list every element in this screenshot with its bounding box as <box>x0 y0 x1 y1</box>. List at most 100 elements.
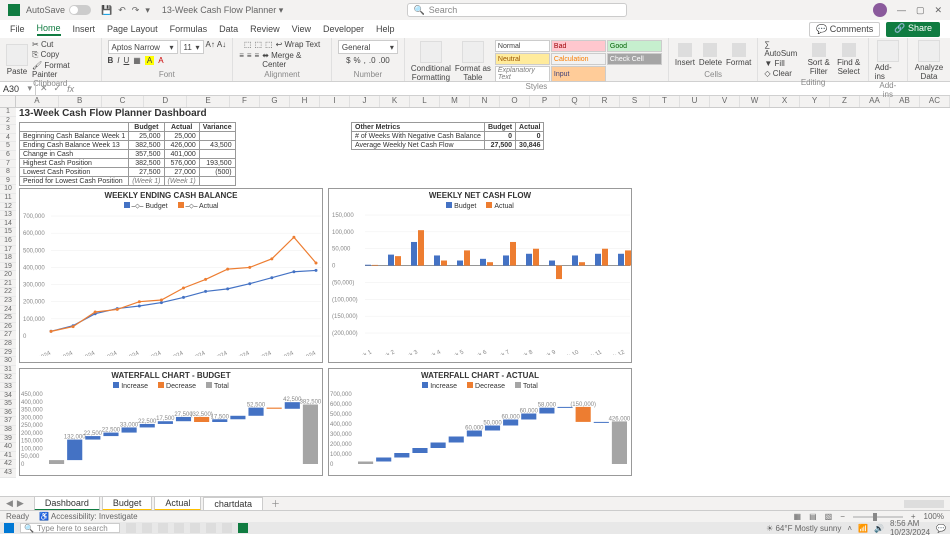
sheet-tab-budget[interactable]: Budget <box>102 496 153 511</box>
accessibility-status[interactable]: ♿ Accessibility: Investigate <box>39 512 137 521</box>
name-box[interactable]: A30 ▾ <box>0 82 36 95</box>
tray-network-icon[interactable]: 📶 <box>858 524 868 533</box>
delete-cells-button[interactable]: Delete <box>699 43 722 67</box>
format-table-button[interactable]: Format as Table <box>455 41 491 82</box>
border-button[interactable]: ▦ <box>133 56 141 65</box>
cell-styles-gallery[interactable]: Normal Bad Good Neutral Calculation Chec… <box>495 40 662 82</box>
fill-button[interactable]: ▼ Fill <box>764 59 801 68</box>
toggle-icon[interactable] <box>69 5 91 15</box>
maximize-icon[interactable]: ▢ <box>916 5 925 16</box>
chart-ending-cash[interactable]: WEEKLY ENDING CASH BALANCE ⎯⬦⎯ Budget ⎯⬦… <box>19 188 323 363</box>
tray-chevron-icon[interactable]: ˄ <box>847 524 852 533</box>
autosave-toggle[interactable]: AutoSave <box>26 5 91 15</box>
taskbar-search[interactable]: 🔍Type here to search <box>20 523 120 533</box>
save-icon[interactable]: 💾 <box>101 5 112 16</box>
chart-net-cash[interactable]: WEEKLY NET CASH FLOW Budget Actual (200,… <box>328 188 632 363</box>
format-cells-button[interactable]: Format <box>726 43 751 67</box>
font-name-dropdown[interactable]: Aptos Narrow▾ <box>108 40 178 54</box>
style-normal[interactable]: Normal <box>495 40 550 52</box>
tray-clock[interactable]: 8:56 AM10/23/2024 <box>890 519 930 537</box>
sort-filter-button[interactable]: Sort & Filter <box>806 43 832 76</box>
tab-nav-prev-icon[interactable]: ◀ <box>6 498 13 509</box>
style-good[interactable]: Good <box>607 40 662 52</box>
decrease-decimal-icon[interactable]: .00 <box>379 56 390 65</box>
tray-volume-icon[interactable]: 🔊 <box>874 524 884 533</box>
tab-developer[interactable]: Developer <box>323 24 364 34</box>
user-avatar-icon[interactable] <box>873 3 887 17</box>
app-icon[interactable] <box>158 523 168 533</box>
style-check[interactable]: Check Cell <box>607 53 662 65</box>
style-neutral[interactable]: Neutral <box>495 53 550 65</box>
formula-bar[interactable]: ✕ ✓ fx <box>36 82 950 95</box>
tab-formulas[interactable]: Formulas <box>170 24 208 34</box>
align-center-icon[interactable]: ≡ <box>247 51 252 69</box>
notifications-icon[interactable]: 💬 <box>936 524 946 533</box>
addins-button[interactable]: Add-ins <box>875 40 901 81</box>
fill-color-button[interactable]: A <box>145 56 154 65</box>
merge-center-button[interactable]: ⬌ Merge & Center <box>262 51 325 69</box>
zoom-slider[interactable] <box>853 516 903 518</box>
filename[interactable]: 13-Week Cash Flow Planner ▾ <box>162 5 283 16</box>
tab-insert[interactable]: Insert <box>73 24 96 34</box>
share-button[interactable]: 🔗 Share <box>886 22 940 37</box>
increase-decimal-icon[interactable]: .0 <box>369 56 376 65</box>
italic-button[interactable]: I <box>117 56 119 65</box>
search-box[interactable]: 🔍 Search <box>407 3 627 17</box>
find-select-button[interactable]: Find & Select <box>836 43 862 76</box>
app-icon[interactable] <box>142 523 152 533</box>
qat-dropdown-icon[interactable]: ▾ <box>145 5 150 16</box>
align-bottom-icon[interactable]: ⬚ <box>265 40 273 49</box>
weather-widget[interactable]: ☀ 64°F Mostly sunny <box>766 524 841 533</box>
minimize-icon[interactable]: — <box>897 5 906 15</box>
grid-area[interactable]: 13-Week Cash Flow Planner Dashboard Budg… <box>16 108 950 478</box>
close-icon[interactable]: ✕ <box>934 5 942 16</box>
tab-data[interactable]: Data <box>219 24 238 34</box>
font-size-dropdown[interactable]: 11▾ <box>180 40 204 54</box>
row-headers[interactable]: 1234567891011121314151617181920212223242… <box>0 108 16 478</box>
format-painter-button[interactable]: 🖌 Format Painter <box>32 61 95 79</box>
chart-waterfall-budget[interactable]: WATERFALL CHART - BUDGET Increase Decrea… <box>19 368 323 476</box>
align-right-icon[interactable]: ≡ <box>255 51 260 69</box>
sheet-tab-actual[interactable]: Actual <box>154 496 201 511</box>
grow-font-icon[interactable]: A↑ <box>206 40 215 54</box>
tab-review[interactable]: Review <box>250 24 280 34</box>
tab-file[interactable]: File <box>10 24 25 34</box>
shrink-font-icon[interactable]: A↓ <box>217 40 226 54</box>
style-calc[interactable]: Calculation <box>551 53 606 65</box>
paste-button[interactable]: Paste <box>6 44 28 76</box>
redo-icon[interactable]: ↷ <box>132 5 140 16</box>
app-icon[interactable] <box>222 523 232 533</box>
percent-icon[interactable]: % <box>354 56 361 65</box>
sheet-tab-dashboard[interactable]: Dashboard <box>34 496 100 511</box>
tab-home[interactable]: Home <box>37 23 61 36</box>
enter-formula-icon[interactable]: ✓ <box>54 83 62 94</box>
fx-icon[interactable]: fx <box>67 84 74 94</box>
app-icon[interactable] <box>190 523 200 533</box>
number-format-dropdown[interactable]: General▾ <box>338 40 398 54</box>
underline-button[interactable]: U <box>124 56 130 65</box>
autosum-button[interactable]: ∑ AutoSum <box>764 40 801 58</box>
insert-cells-button[interactable]: Insert <box>675 43 695 67</box>
hscroll-track[interactable] <box>904 500 944 508</box>
font-color-button[interactable]: A <box>158 56 163 65</box>
comments-button[interactable]: 💬 Comments <box>809 22 880 37</box>
align-middle-icon[interactable]: ⬚ <box>254 40 262 49</box>
tab-nav-next-icon[interactable]: ▶ <box>17 498 24 509</box>
cut-button[interactable]: ✂ Cut <box>32 40 95 49</box>
start-button-icon[interactable] <box>4 523 14 533</box>
app-icon[interactable] <box>206 523 216 533</box>
bold-button[interactable]: B <box>108 56 114 65</box>
app-icon[interactable] <box>174 523 184 533</box>
tab-help[interactable]: Help <box>376 24 395 34</box>
align-top-icon[interactable]: ⬚ <box>244 40 252 49</box>
column-headers[interactable]: A B C D E F G H I J K L M N O P Q R S T … <box>0 96 950 108</box>
style-explain[interactable]: Explanatory Text <box>495 66 550 82</box>
currency-icon[interactable]: $ <box>346 56 350 65</box>
tab-view[interactable]: View <box>292 24 311 34</box>
style-input[interactable]: Input <box>551 66 606 82</box>
task-view-icon[interactable] <box>126 523 136 533</box>
tab-page-layout[interactable]: Page Layout <box>107 24 158 34</box>
align-left-icon[interactable]: ≡ <box>239 51 244 69</box>
comma-icon[interactable]: , <box>364 56 366 65</box>
add-sheet-icon[interactable]: ＋ <box>271 497 280 510</box>
